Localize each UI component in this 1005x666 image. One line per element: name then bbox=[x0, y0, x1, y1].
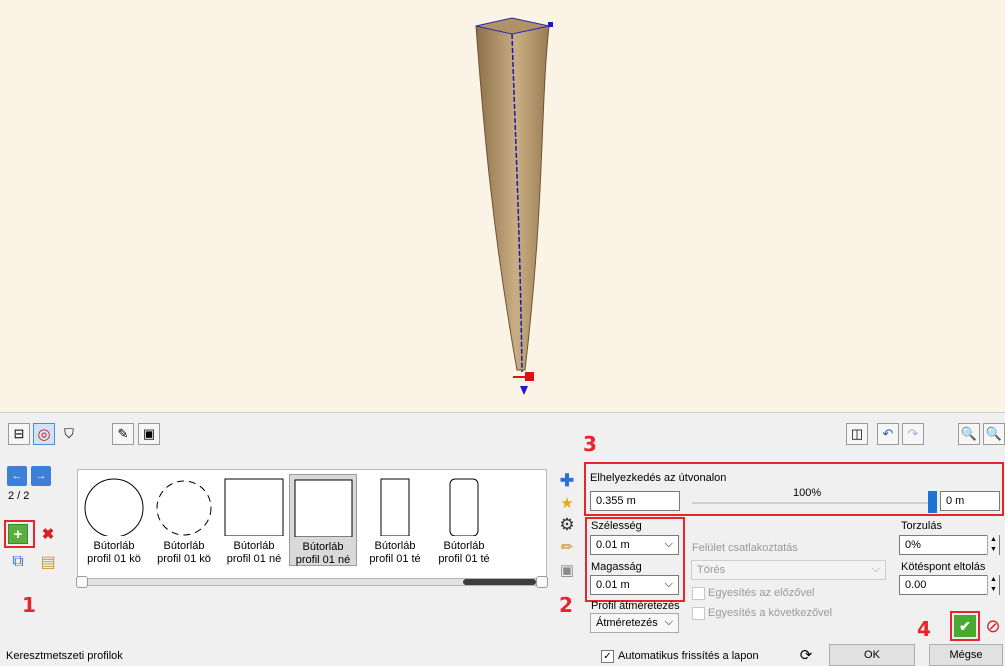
3d-viewport[interactable] bbox=[0, 0, 1005, 413]
node-offset-label: Kötéspont eltolás bbox=[901, 561, 986, 573]
height-select[interactable]: 0.01 m ⌵ bbox=[590, 575, 679, 595]
gear-profile-icon bbox=[156, 480, 212, 536]
square-profile-icon bbox=[224, 478, 284, 536]
status-title: Keresztmetszeti profilok bbox=[6, 650, 123, 662]
undo-icon[interactable]: ↶ bbox=[877, 423, 899, 445]
refresh-icon[interactable]: ⟳ bbox=[796, 646, 816, 664]
circle-profile-icon bbox=[84, 478, 144, 536]
profile-item-3[interactable]: Bútorláb profil 01 né bbox=[220, 474, 288, 566]
profile-item-1[interactable]: Bútorláb profil 01 kö bbox=[80, 474, 148, 566]
apply-check-icon[interactable]: ✔ bbox=[954, 615, 976, 637]
redo-icon[interactable]: ↷ bbox=[902, 423, 924, 445]
surface-connection-select: Törés ⌵ bbox=[691, 560, 886, 580]
cancel-circle-icon[interactable]: ⊘ bbox=[983, 615, 1003, 637]
profile-scrollbar[interactable] bbox=[76, 576, 548, 588]
chevron-down-icon: ⌵ bbox=[664, 578, 673, 590]
profile-resize-label: Profil átméretezés bbox=[591, 600, 680, 612]
node-offset-spinner[interactable]: ▲ ▼ bbox=[987, 575, 999, 595]
merge-previous-checkbox bbox=[692, 587, 705, 600]
profile-mode-icon[interactable]: ◎ bbox=[33, 423, 55, 445]
path-node-handle bbox=[548, 22, 553, 27]
width-label: Szélesség bbox=[591, 520, 642, 532]
node-offset-input[interactable]: 0.00 ▲ ▼ bbox=[899, 575, 1000, 595]
paint-bucket-icon[interactable]: ⛉ bbox=[58, 423, 80, 445]
chevron-down-icon: ⌵ bbox=[664, 616, 673, 628]
callout-box-1 bbox=[4, 520, 35, 548]
gear-icon[interactable]: ⚙ bbox=[557, 515, 577, 535]
callout-number-2: 2 bbox=[559, 593, 573, 617]
profile-item-6[interactable]: Bútorláb profil 01 té bbox=[430, 474, 498, 566]
surface-connection-label: Felület csatlakoztatás bbox=[692, 542, 798, 554]
profile-item-2[interactable]: Bútorláb profil 01 kö bbox=[150, 474, 218, 566]
auto-refresh-label: Automatikus frissítés a lapon bbox=[618, 650, 759, 662]
extrude-mode-icon[interactable]: ⊟ bbox=[8, 423, 30, 445]
save-icon[interactable]: ▣ bbox=[138, 423, 160, 445]
profile-item-4-selected[interactable]: Bútorláb profil 01 né bbox=[289, 474, 357, 566]
3d-view-icon[interactable]: ◫ bbox=[846, 423, 868, 445]
distortion-spinner[interactable]: ▲ ▼ bbox=[987, 535, 999, 555]
merge-previous-label: Egyesítés az előzővel bbox=[708, 587, 815, 599]
next-arrow-icon[interactable]: → bbox=[31, 466, 51, 486]
scrollbar-thumb[interactable] bbox=[463, 579, 536, 585]
pencil-icon[interactable]: ✏ bbox=[557, 537, 577, 557]
width-select[interactable]: 0.01 m ⌵ bbox=[590, 535, 679, 555]
add-cross-icon[interactable]: ✚ bbox=[557, 471, 577, 491]
callout-number-1: 1 bbox=[22, 593, 36, 617]
editor-toolbar: ⊟ ◎ ⛉ ✎ ▣ ◫ ↶ ↷ 🔍 🔍 bbox=[0, 416, 1005, 456]
copy-icon[interactable]: ⧉ bbox=[8, 552, 28, 572]
profile-resize-select[interactable]: Átméretezés ⌵ bbox=[590, 613, 679, 633]
profile-item-5[interactable]: Bútorláb profil 01 té bbox=[361, 474, 429, 566]
zoom-out-icon[interactable]: 🔍 bbox=[983, 423, 1005, 445]
delete-profile-icon[interactable]: ✖ bbox=[38, 524, 58, 544]
height-label: Magasság bbox=[591, 561, 642, 573]
star-icon[interactable]: ★ bbox=[557, 493, 577, 513]
merge-next-checkbox bbox=[692, 607, 705, 620]
callout-number-4: 4 bbox=[917, 617, 931, 641]
zoom-in-icon[interactable]: 🔍 bbox=[958, 423, 980, 445]
furniture-leg-model bbox=[475, 17, 553, 395]
path-position-input[interactable]: 0.355 m bbox=[590, 491, 680, 511]
chevron-down-icon: ⌵ bbox=[871, 563, 880, 575]
callout-number-3: 3 bbox=[583, 432, 597, 456]
path-percent-label: 100% bbox=[793, 487, 822, 499]
path-end-handle bbox=[525, 372, 534, 381]
ok-button[interactable]: OK bbox=[829, 644, 915, 666]
previous-arrow-icon[interactable]: ← bbox=[7, 466, 27, 486]
path-offset-input[interactable]: 0 m bbox=[940, 491, 1000, 511]
distortion-label: Torzulás bbox=[901, 520, 942, 532]
cancel-button[interactable]: Mégse bbox=[929, 644, 1003, 666]
profile-counter: 2 / 2 bbox=[8, 490, 30, 502]
paste-icon[interactable]: ▤ bbox=[38, 552, 58, 572]
merge-next-label: Egyesítés a következővel bbox=[708, 607, 833, 619]
rounded-rect-profile-icon bbox=[449, 478, 479, 536]
rect-profile-icon bbox=[380, 478, 410, 536]
disk-icon[interactable]: ▣ bbox=[557, 560, 577, 580]
path-slider-thumb[interactable] bbox=[928, 491, 937, 513]
auto-refresh-checkbox[interactable]: ✓ bbox=[601, 650, 614, 663]
path-position-label: Elhelyezkedés az útvonalon bbox=[590, 472, 727, 484]
path-slider-track[interactable] bbox=[692, 502, 937, 504]
chevron-down-icon: ⌵ bbox=[664, 538, 673, 550]
edit-document-icon[interactable]: ✎ bbox=[112, 423, 134, 445]
profile-list: Bútorláb profil 01 kö Bútorláb profil 01… bbox=[77, 469, 547, 586]
distortion-input[interactable]: 0% ▲ ▼ bbox=[899, 535, 1000, 555]
square-profile-icon bbox=[294, 479, 353, 537]
